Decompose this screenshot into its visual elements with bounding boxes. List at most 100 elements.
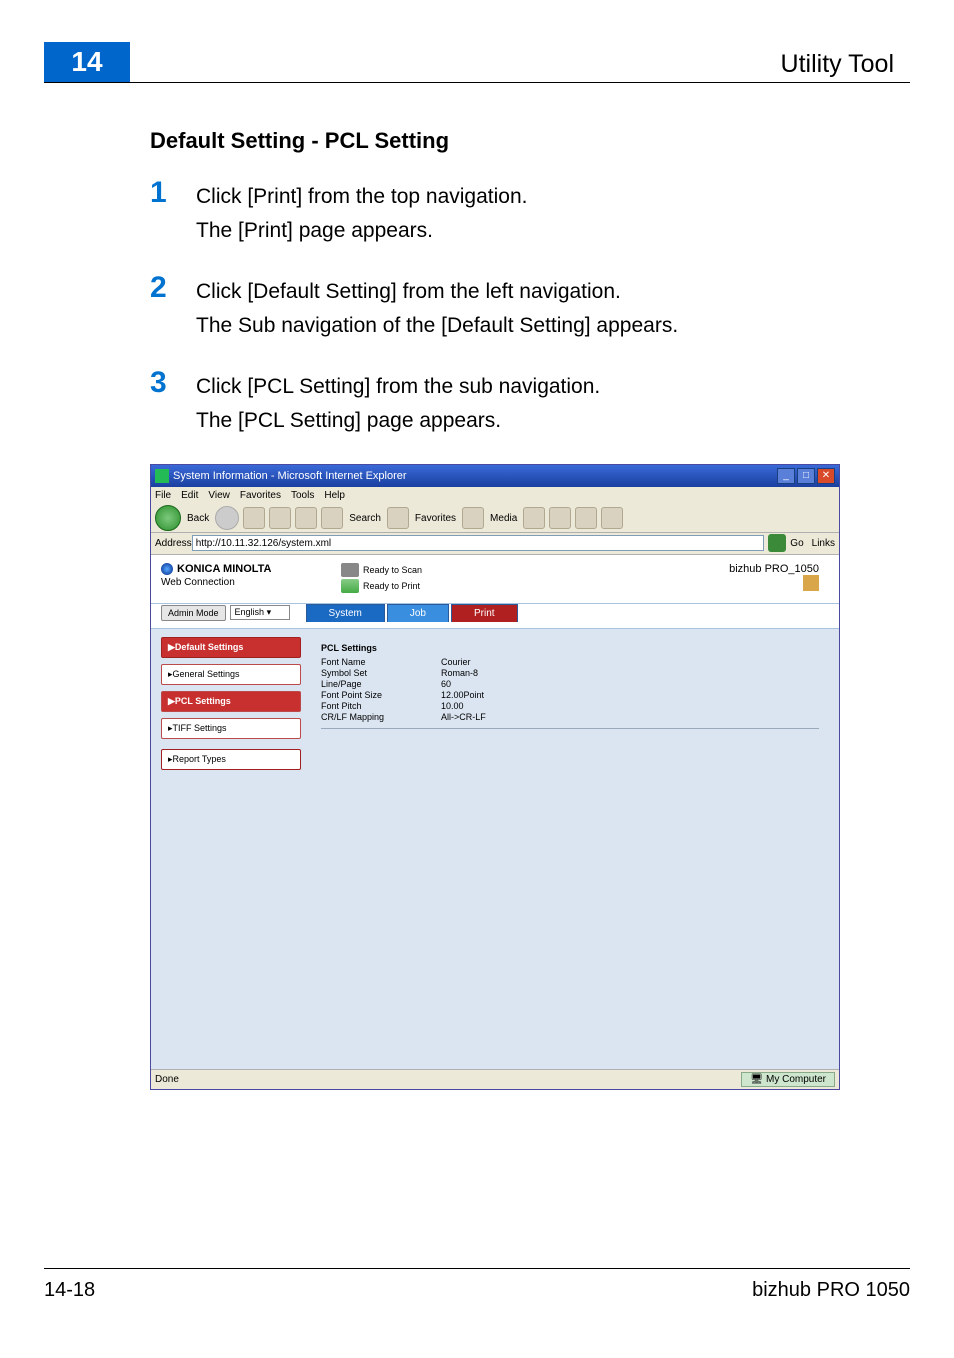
brand-row: KONICA MINOLTA <box>161 563 341 575</box>
security-zone: 🖥 My Computer <box>741 1072 835 1087</box>
stop-button[interactable] <box>243 507 265 529</box>
mode-row: Admin Mode English ▾ System Job Print <box>151 604 839 629</box>
status-label: Ready to Print <box>363 581 420 591</box>
brand-subtitle: Web Connection <box>161 577 341 588</box>
favorites-button[interactable] <box>387 507 409 529</box>
address-label: Address <box>155 538 192 549</box>
menu-help[interactable]: Help <box>324 490 345 501</box>
favorites-label: Favorites <box>415 513 456 524</box>
history-button[interactable] <box>523 507 545 529</box>
tab-system[interactable]: System <box>306 604 385 622</box>
model-column: bizhub PRO_1050 <box>481 563 829 591</box>
step-number: 2 <box>150 273 196 342</box>
step-line: Click [Print] from the top navigation. <box>196 180 894 214</box>
data-row: Font NameCourier <box>321 657 819 667</box>
search-button[interactable] <box>321 507 343 529</box>
step-number: 1 <box>150 178 196 247</box>
nav-general-settings[interactable]: ▸General Settings <box>161 664 301 685</box>
side-navigation: ▶Default Settings ▸General Settings ▶PCL… <box>161 637 311 1061</box>
status-bar: Done 🖥 My Computer <box>151 1069 839 1089</box>
embedded-screenshot: System Information - Microsoft Internet … <box>150 464 894 1090</box>
status-row: Ready to Print <box>341 579 481 593</box>
page-footer: 14-18 bizhub PRO 1050 <box>44 1268 910 1302</box>
step-body: Click [Default Setting] from the left na… <box>196 273 894 342</box>
footer-model: bizhub PRO 1050 <box>752 1279 910 1302</box>
footer-rule <box>44 1268 910 1269</box>
maximize-button[interactable]: □ <box>797 468 815 484</box>
language-select[interactable]: English ▾ <box>230 605 290 620</box>
printer-status-column: Ready to Scan Ready to Print <box>341 563 481 595</box>
browser-window: System Information - Microsoft Internet … <box>150 464 840 1090</box>
menu-view[interactable]: View <box>208 490 230 501</box>
data-divider <box>321 728 819 729</box>
step-1: 1 Click [Print] from the top navigation.… <box>150 178 894 247</box>
page-number-badge: 14 <box>44 42 130 82</box>
home-button[interactable] <box>295 507 317 529</box>
data-heading: PCL Settings <box>321 643 819 653</box>
nav-report-types[interactable]: ▸Report Types <box>161 749 301 770</box>
go-button[interactable] <box>768 534 786 552</box>
window-buttons: _ □ ✕ <box>777 468 835 484</box>
nav-pcl-settings[interactable]: ▶PCL Settings <box>161 691 301 712</box>
subsection-heading: Default Setting - PCL Setting <box>150 128 894 154</box>
data-value: Roman-8 <box>441 668 478 678</box>
status-label: Ready to Scan <box>363 565 422 575</box>
data-row: Line/Page60 <box>321 679 819 689</box>
data-row: Font Pitch10.00 <box>321 701 819 711</box>
back-button[interactable] <box>155 505 181 531</box>
data-value: 10.00 <box>441 701 464 711</box>
titlebar: System Information - Microsoft Internet … <box>151 465 839 487</box>
tab-print[interactable]: Print <box>451 604 518 622</box>
menu-favorites[interactable]: Favorites <box>240 490 281 501</box>
menu-tools[interactable]: Tools <box>291 490 314 501</box>
step-3: 3 Click [PCL Setting] from the sub navig… <box>150 368 894 437</box>
data-key: CR/LF Mapping <box>321 712 441 722</box>
data-key: Font Point Size <box>321 690 441 700</box>
data-value: 12.00Point <box>441 690 484 700</box>
edit-button[interactable] <box>601 507 623 529</box>
go-label: Go <box>790 538 803 549</box>
address-field[interactable]: http://10.11.32.126/system.xml <box>192 535 765 551</box>
menu-file[interactable]: File <box>155 490 171 501</box>
menubar: File Edit View Favorites Tools Help <box>151 487 839 505</box>
ie-icon <box>155 469 169 483</box>
step-line: The Sub navigation of the [Default Setti… <box>196 309 894 343</box>
back-label: Back <box>187 513 209 524</box>
data-value: 60 <box>441 679 451 689</box>
language-value: English <box>235 607 265 617</box>
data-row: Symbol SetRoman-8 <box>321 668 819 678</box>
step-line: The [Print] page appears. <box>196 214 894 248</box>
forward-button[interactable] <box>215 506 239 530</box>
step-line: Click [PCL Setting] from the sub navigat… <box>196 370 894 404</box>
refresh-button[interactable] <box>269 507 291 529</box>
status-text: Done <box>155 1074 179 1085</box>
web-page-body: KONICA MINOLTA Web Connection Ready to S… <box>151 555 839 1069</box>
status-row: Ready to Scan <box>341 563 481 577</box>
step-body: Click [PCL Setting] from the sub navigat… <box>196 368 894 437</box>
step-body: Click [Print] from the top navigation. T… <box>196 178 894 247</box>
close-button[interactable]: ✕ <box>817 468 835 484</box>
brand-name: KONICA MINOLTA <box>177 563 272 575</box>
section-label: Utility Tool <box>781 50 894 79</box>
mail-button[interactable] <box>549 507 571 529</box>
step-number: 3 <box>150 368 196 437</box>
nav-default-settings[interactable]: ▶Default Settings <box>161 637 301 658</box>
media-button[interactable] <box>462 507 484 529</box>
minimize-button[interactable]: _ <box>777 468 795 484</box>
data-row: Font Point Size12.00Point <box>321 690 819 700</box>
computer-icon: 🖥 <box>750 1074 763 1085</box>
step-line: The [PCL Setting] page appears. <box>196 404 894 438</box>
print-button[interactable] <box>575 507 597 529</box>
nav-tiff-settings[interactable]: ▸TIFF Settings <box>161 718 301 739</box>
data-key: Symbol Set <box>321 668 441 678</box>
brand-column: KONICA MINOLTA Web Connection <box>161 563 341 588</box>
menu-edit[interactable]: Edit <box>181 490 198 501</box>
header-rule <box>44 82 910 83</box>
tab-job[interactable]: Job <box>387 604 449 622</box>
admin-mode-button[interactable]: Admin Mode <box>161 605 226 621</box>
address-bar: Address http://10.11.32.126/system.xml G… <box>151 533 839 555</box>
step-line: Click [Default Setting] from the left na… <box>196 275 894 309</box>
web-header: KONICA MINOLTA Web Connection Ready to S… <box>151 555 839 604</box>
step-2: 2 Click [Default Setting] from the left … <box>150 273 894 342</box>
scanner-icon <box>341 563 359 577</box>
